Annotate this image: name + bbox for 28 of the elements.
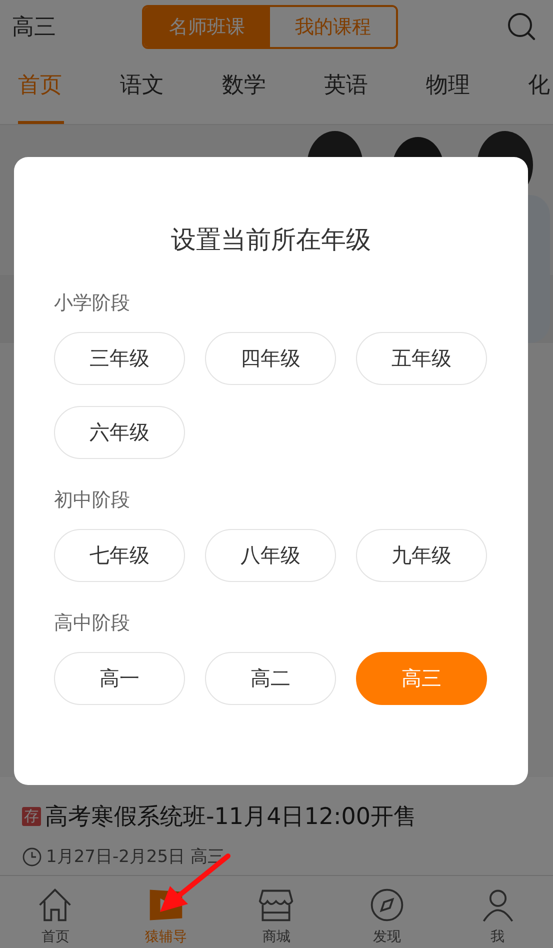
subject-tab[interactable]: 数学 [222,54,324,124]
grade-option[interactable]: 五年级 [356,332,487,385]
grade-option[interactable]: 三年级 [54,332,185,385]
grade-option[interactable]: 高二 [205,652,336,705]
subject-tab[interactable]: 语文 [120,54,222,124]
clock-icon [22,846,42,866]
search-icon[interactable] [507,12,537,42]
subject-tab[interactable]: 化 [528,54,553,124]
subject-tab[interactable]: 英语 [324,54,426,124]
course-title: 高考寒假系统班-11月4日12:00开售 [45,802,416,832]
nav-item[interactable]: 我 [442,876,553,948]
nav-item[interactable]: 发现 [332,876,442,948]
grade-option[interactable]: 高一 [54,652,185,705]
grade-label[interactable]: 高三 [12,12,56,42]
course-badge: 存 [22,806,41,826]
section-heading: 高中阶段 [54,611,131,636]
grade-option[interactable]: 七年级 [54,529,185,582]
section-heading: 小学阶段 [54,291,131,316]
grade-option[interactable]: 四年级 [205,332,336,385]
nav-item[interactable]: 商城 [221,876,332,948]
dialog-title: 设置当前所在年级 [170,224,372,256]
grade-option[interactable]: 九年级 [356,529,487,582]
nav-item[interactable]: 首页 [0,876,111,948]
section-heading: 初中阶段 [54,488,131,513]
grade-option[interactable]: 六年级 [54,406,185,459]
grade-option[interactable]: 高三 [356,652,487,705]
grade-option[interactable]: 八年级 [205,529,336,582]
subject-tab[interactable]: 物理 [426,54,528,124]
